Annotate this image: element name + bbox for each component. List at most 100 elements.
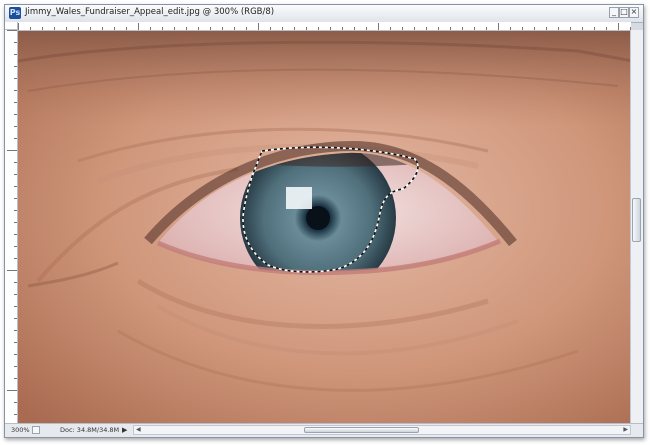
ruler-tick: [486, 27, 487, 30]
ruler-tick: [14, 294, 17, 295]
status-menu-arrow-icon[interactable]: ▶: [122, 426, 127, 434]
ruler-tick: [102, 27, 103, 30]
ruler-tick: [306, 27, 307, 30]
ruler-tick: [14, 54, 17, 55]
ruler-tick: [474, 27, 475, 30]
ruler-tick: [66, 27, 67, 30]
scroll-right-icon[interactable]: ▶: [623, 426, 628, 433]
vertical-scroll-thumb[interactable]: [632, 198, 641, 242]
ruler-tick: [78, 27, 79, 30]
ruler-tick: [270, 27, 271, 30]
ruler-tick: [342, 27, 343, 30]
ruler-tick: [14, 102, 17, 103]
ruler-tick: [14, 162, 17, 163]
image-canvas[interactable]: [18, 31, 633, 427]
ruler-tick: [246, 27, 247, 30]
zoom-level[interactable]: 300%: [11, 426, 30, 434]
ruler-tick: [14, 114, 17, 115]
ruler-tick: [210, 27, 211, 30]
ruler-tick: [402, 27, 403, 30]
ruler-tick: [14, 126, 17, 127]
ruler-origin[interactable]: [5, 22, 18, 30]
title-bar[interactable]: Ps Jimmy_Wales_Fundraiser_Appeal_edit.jp…: [5, 5, 643, 23]
ruler-tick: [414, 27, 415, 30]
ruler-tick: [258, 23, 259, 30]
ruler-tick: [558, 27, 559, 30]
ruler-tick: [522, 27, 523, 30]
ruler-tick: [14, 258, 17, 259]
ruler-tick: [618, 23, 619, 30]
horizontal-scroll-thumb[interactable]: [304, 427, 419, 433]
ruler-tick: [14, 174, 17, 175]
ruler-tick: [14, 318, 17, 319]
ruler-tick: [462, 27, 463, 30]
ruler-tick: [14, 414, 17, 415]
ruler-tick: [14, 234, 17, 235]
ruler-tick: [222, 27, 223, 30]
ruler-tick: [7, 150, 17, 151]
ruler-tick: [14, 342, 17, 343]
ruler-tick: [18, 23, 19, 30]
ruler-tick: [14, 186, 17, 187]
vertical-ruler[interactable]: [5, 30, 18, 424]
ruler-tick: [90, 27, 91, 30]
ruler-tick: [390, 27, 391, 30]
ruler-tick: [438, 27, 439, 30]
ruler-tick: [54, 27, 55, 30]
ruler-tick: [606, 27, 607, 30]
ruler-tick: [7, 270, 17, 271]
ruler-tick: [14, 330, 17, 331]
ruler-tick: [14, 42, 17, 43]
ruler-tick: [234, 27, 235, 30]
maximize-icon[interactable]: □: [619, 7, 629, 18]
minimize-icon[interactable]: _: [609, 7, 619, 18]
horizontal-scrollbar[interactable]: ◀ ▶: [133, 425, 631, 435]
ruler-tick: [14, 246, 17, 247]
ruler-tick: [14, 402, 17, 403]
close-icon[interactable]: ×: [629, 7, 639, 18]
catchlight: [286, 187, 312, 209]
ruler-tick: [378, 23, 379, 30]
doc-size: Doc: 34.8M/34.8M: [60, 426, 120, 434]
ruler-tick: [450, 27, 451, 30]
ruler-tick: [510, 27, 511, 30]
ruler-tick: [498, 23, 499, 30]
ruler-tick: [318, 27, 319, 30]
ruler-tick: [14, 66, 17, 67]
ruler-tick: [14, 210, 17, 211]
ruler-tick: [30, 27, 31, 30]
ruler-tick: [354, 27, 355, 30]
scroll-left-icon[interactable]: ◀: [136, 426, 141, 433]
ruler-tick: [14, 222, 17, 223]
ruler-tick: [138, 23, 139, 30]
ruler-tick: [282, 27, 283, 30]
zoom-menu-icon[interactable]: [32, 426, 40, 434]
ruler-tick: [534, 27, 535, 30]
horizontal-ruler[interactable]: [18, 22, 631, 31]
ruler-tick: [546, 27, 547, 30]
ruler-tick: [174, 27, 175, 30]
ruler-tick: [7, 30, 17, 31]
ruler-tick: [198, 27, 199, 30]
ruler-tick: [366, 27, 367, 30]
ruler-tick: [42, 27, 43, 30]
ruler-tick: [162, 27, 163, 30]
ruler-tick: [426, 27, 427, 30]
ruler-tick: [14, 78, 17, 79]
eye-photo: [18, 31, 633, 427]
ruler-tick: [14, 138, 17, 139]
pupil: [306, 206, 330, 230]
ruler-tick: [186, 27, 187, 30]
ruler-tick: [14, 366, 17, 367]
ruler-tick: [594, 27, 595, 30]
ruler-tick: [582, 27, 583, 30]
ruler-tick: [14, 354, 17, 355]
ruler-tick: [14, 198, 17, 199]
document-title: Jimmy_Wales_Fundraiser_Appeal_edit.jpg @…: [25, 7, 275, 17]
ruler-tick: [14, 282, 17, 283]
ruler-tick: [14, 90, 17, 91]
vertical-scrollbar[interactable]: [630, 30, 643, 424]
ruler-tick: [14, 306, 17, 307]
ruler-tick: [330, 27, 331, 30]
ruler-tick: [114, 27, 115, 30]
